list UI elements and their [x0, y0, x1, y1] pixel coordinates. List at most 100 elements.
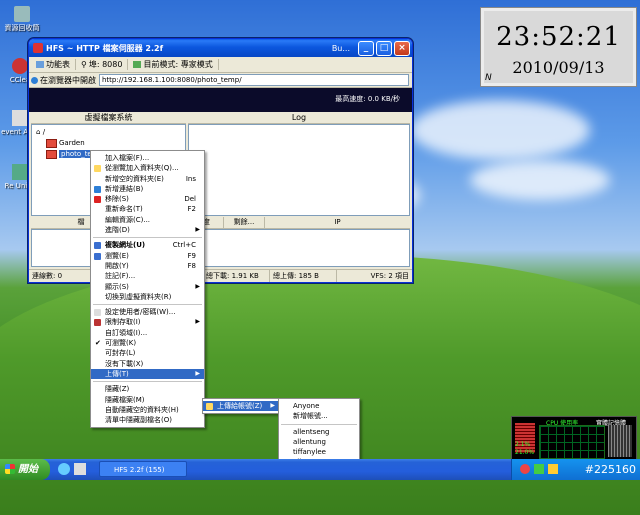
- close-button[interactable]: ×: [394, 40, 410, 56]
- window-titlebar[interactable]: HFS ~ HTTP 檔案伺服器 2.2f Bu... _ □ ×: [29, 39, 412, 57]
- menu-item[interactable]: 加入檔案(F)...: [91, 153, 204, 163]
- windows-flag-icon: [5, 464, 15, 474]
- minimize-button[interactable]: _: [358, 40, 374, 56]
- menu-item-label: allentseng: [293, 427, 330, 436]
- tray-icon[interactable]: [534, 464, 544, 474]
- tree-root[interactable]: ⌂ /: [36, 127, 105, 138]
- clock-mark: N: [485, 73, 492, 83]
- menu-item[interactable]: allentseng: [279, 427, 359, 437]
- menu-item[interactable]: Anyone: [279, 401, 359, 411]
- taskbar: 開始 HFS 2.2f (155) #225160: [0, 459, 640, 480]
- open-in-browser-button[interactable]: 在瀏覽器中開啟: [31, 75, 99, 86]
- menu-item[interactable]: 複製網址(U) Ctrl+C: [91, 240, 204, 250]
- menu-item-label: 設定使用者/密碼(W)...: [105, 308, 176, 317]
- menu-item[interactable]: 註記(F)...: [91, 271, 204, 281]
- mode-button[interactable]: 目前模式: 專家模式: [128, 59, 219, 70]
- menu-item-icon: [94, 319, 101, 327]
- cpu-graph: [539, 425, 605, 459]
- port-button[interactable]: ⚲ 埠: 8080: [76, 59, 129, 70]
- max-speed-label: 最高速度: 0.0 KB/秒: [335, 95, 400, 103]
- menu-item[interactable]: 顯示(S) ▶: [91, 282, 204, 292]
- menu-item-label: 隱藏(Z): [105, 385, 130, 394]
- menu-item[interactable]: 編輯資源(C)...: [91, 215, 204, 225]
- tray-icon[interactable]: [520, 464, 530, 474]
- upload-submenu: 上傳給帳號(Z) ▶: [202, 398, 280, 415]
- menu-separator: [281, 423, 357, 425]
- menu-item-label: 重新命名(T): [105, 205, 143, 214]
- menu-button[interactable]: 功能表: [31, 59, 76, 70]
- menu-item[interactable]: tiffanylee: [279, 447, 359, 457]
- vfs-title: 虛擬檔案系統: [31, 112, 186, 124]
- menu-item[interactable]: 隱藏檔案(M): [91, 395, 204, 405]
- maximize-button[interactable]: □: [376, 40, 392, 56]
- menu-item[interactable]: 自動隱藏空的資料夾(H): [91, 405, 204, 415]
- menu-item-label: 註記(F)...: [105, 272, 136, 281]
- menu-item-label: 開啟(Y): [105, 261, 129, 270]
- tray-icon[interactable]: [548, 464, 558, 474]
- cpu-pct-1: 2.1%: [515, 441, 531, 448]
- quicklaunch-ie-icon[interactable]: [58, 463, 70, 475]
- speed-banner: 最高速度: 0.0 KB/秒: [29, 88, 412, 112]
- menu-item[interactable]: 限制存取(I) ▶: [91, 317, 204, 327]
- menu-item[interactable]: ✔ 可瀏覽(K): [91, 338, 204, 348]
- taskbar-item-hfs[interactable]: HFS 2.2f (155): [99, 461, 187, 477]
- menu-item[interactable]: 移除(S) Del: [91, 194, 204, 204]
- home-icon: ⌂: [36, 128, 41, 136]
- globe-icon: [31, 76, 38, 84]
- menu-item[interactable]: 上傳(T) ▶: [91, 368, 204, 380]
- menu-item[interactable]: 可封存(L): [91, 348, 204, 358]
- menu-item[interactable]: 清單中隱藏副檔名(O): [91, 415, 204, 425]
- menu-item-label: 加入檔案(F)...: [105, 154, 150, 162]
- menu-item-icon: [94, 309, 101, 317]
- connections-header: 檔 狀態 速度 剩餘... IP: [31, 217, 410, 229]
- menu-item[interactable]: 重新命名(T) F2: [91, 204, 204, 214]
- status-connections: 連線數: 0: [29, 270, 96, 282]
- status-vfs: VFS: 2 項目: [370, 272, 409, 280]
- menu-item-label: 新增帳號...: [293, 412, 328, 421]
- menu-item-label: 自動隱藏空的資料夾(H): [105, 405, 179, 414]
- menu-item-label: 移除(S): [105, 195, 129, 204]
- menu-item[interactable]: 沒有下載(X): [91, 359, 204, 369]
- mem-graph: [608, 425, 632, 457]
- menu-item[interactable]: 瀏覽(E) F9: [91, 251, 204, 261]
- connections-list[interactable]: [31, 229, 410, 267]
- menu-item[interactable]: allentung: [279, 437, 359, 447]
- menu-item-label: 從瀏覽加入資料夾(Q)...: [105, 164, 179, 173]
- cpu-pct-2: 21.0%: [515, 449, 535, 456]
- upload-to-accounts-item[interactable]: 上傳給帳號(Z) ▶: [203, 401, 279, 412]
- tree-item-garden[interactable]: Garden: [36, 138, 105, 149]
- window-title-right: Bu...: [331, 43, 350, 53]
- menu-item-label: Anyone: [293, 402, 320, 410]
- menu-item-label: 隱藏檔案(M): [105, 395, 145, 404]
- menu-separator: [93, 237, 202, 239]
- col-ip[interactable]: IP: [265, 217, 410, 228]
- quicklaunch-desktop-icon[interactable]: [74, 463, 86, 475]
- upload-icon: [206, 403, 213, 410]
- menu-item-label: 可瀏覽(K): [105, 339, 137, 348]
- menu-item-icon: [94, 252, 101, 260]
- start-button[interactable]: 開始: [0, 459, 50, 480]
- menu-item[interactable]: 從瀏覽加入資料夾(Q)...: [91, 163, 204, 173]
- menu-item[interactable]: 開啟(Y) F8: [91, 261, 204, 271]
- menu-item[interactable]: 新增空的資料夾(E) Ins: [91, 174, 204, 184]
- window-title: HFS ~ HTTP 檔案伺服器 2.2f: [46, 43, 164, 53]
- menu-item-label: 瀏覽(E): [105, 251, 129, 260]
- menu-item[interactable]: 進階(D) ▶: [91, 225, 204, 235]
- menu-item[interactable]: 新增連結(B): [91, 184, 204, 194]
- menu-item[interactable]: 新增帳號...: [279, 411, 359, 421]
- menu-item[interactable]: 隱藏(Z): [91, 384, 204, 394]
- url-field[interactable]: http://192.168.1.100:8080/photo_temp/: [99, 74, 409, 86]
- submenu-arrow-icon: ▶: [195, 369, 200, 377]
- status-uploads: 總上傳: 185 B: [270, 270, 337, 282]
- log-area[interactable]: [188, 124, 410, 216]
- menu-item-label: 限制存取(I): [105, 318, 141, 327]
- desktop-icon-recycle-bin[interactable]: 資源回收筒: [2, 6, 42, 32]
- menu-item[interactable]: 自訂領域(I)...: [91, 328, 204, 338]
- clock-time: 23:52:21: [496, 22, 621, 52]
- menu-item[interactable]: 設定使用者/密碼(W)...: [91, 307, 204, 317]
- col-remaining[interactable]: 剩餘...: [224, 217, 265, 228]
- menu-item[interactable]: 切換到虛擬資料夾(R): [91, 292, 204, 302]
- clock-widget: 23:52:21 2010/09/13 N: [480, 7, 637, 87]
- desktop-icon-label: 資源回收筒: [4, 24, 40, 32]
- menu-shortcut: Del: [184, 195, 196, 204]
